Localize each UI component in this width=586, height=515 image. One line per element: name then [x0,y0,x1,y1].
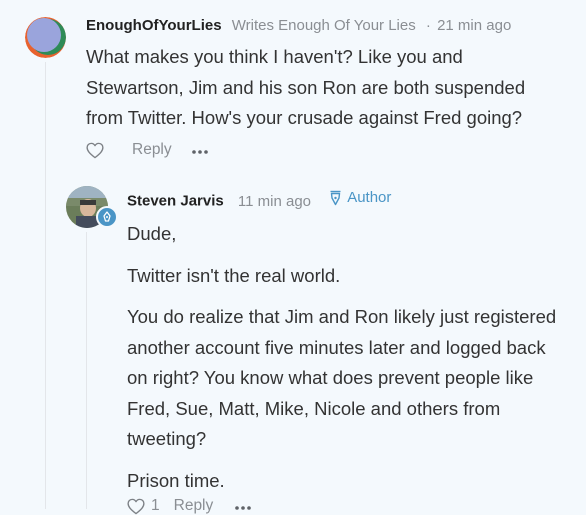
avatar[interactable] [66,186,118,228]
timestamp[interactable]: 21 min ago [437,17,511,34]
more-options-button[interactable] [191,142,208,158]
author-badge-icon [96,206,118,228]
pen-nib-icon [103,211,111,222]
like-button[interactable]: 1 [127,497,160,515]
comment-text: What makes you think I haven't? Like you… [86,46,526,128]
heart-icon [127,498,145,514]
timestamp[interactable]: 11 min ago [238,193,311,210]
more-options-button[interactable] [235,498,252,514]
more-dots-icon [191,150,208,154]
comment-paragraph: You do realize that Jim and Ron likely j… [127,306,557,449]
separator-dot: · [425,17,431,34]
author-badge: Author [329,189,391,206]
pen-nib-icon [330,190,341,205]
comment-body: What makes you think I haven't? Like you… [86,42,556,134]
comment-paragraph: Twitter isn't the real world. [127,264,341,286]
avatar[interactable] [25,17,66,58]
comment-body: Dude, Twitter isn't the real world. You … [127,219,567,496]
comment-actions: 1 Reply [127,497,252,515]
comment-actions: Reply [86,141,208,159]
thread-line-primary [45,62,46,509]
author-tagline[interactable]: Writes Enough Of Your Lies [232,17,416,34]
thread-line-reply [86,232,87,509]
author-name[interactable]: Steven Jarvis [127,193,224,210]
like-button[interactable] [86,142,104,159]
comment-thread: { "comment1": { "author": "EnoughOfYourL… [0,0,586,514]
author-badge-label: Author [347,189,392,206]
reply-label: Reply [132,141,172,158]
reply-button[interactable]: Reply [174,497,214,515]
comment-header: EnoughOfYourLies Writes Enough Of Your L… [86,17,511,34]
more-dots-icon [235,506,252,510]
avatar-image [25,17,66,58]
comment-paragraph: Dude, [127,223,177,244]
reply-label: Reply [173,497,214,514]
like-count: 1 [151,497,160,514]
heart-icon [86,142,104,158]
author-name[interactable]: EnoughOfYourLies [86,17,222,34]
comment-header: Steven Jarvis 11 min ago Author [127,189,391,210]
reply-button[interactable]: Reply [132,141,172,159]
comment-paragraph: Prison time. [127,469,225,491]
